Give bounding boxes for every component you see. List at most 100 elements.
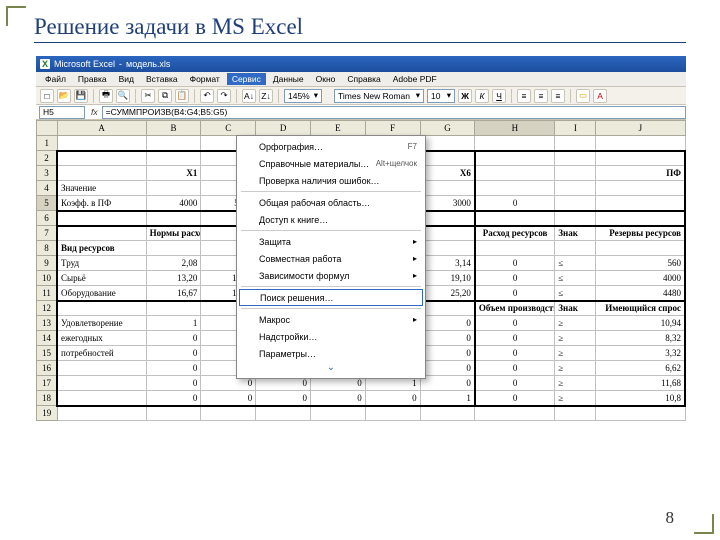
menu-item[interactable]: Совместная работа▸: [237, 250, 425, 267]
paste-icon[interactable]: 📋: [175, 89, 189, 103]
cut-icon[interactable]: ✂: [141, 89, 155, 103]
cell[interactable]: X6: [420, 166, 475, 181]
bold-icon[interactable]: Ж: [458, 89, 472, 103]
row-header[interactable]: 5: [37, 196, 58, 211]
cell[interactable]: [420, 181, 475, 196]
cell[interactable]: 8,32: [596, 331, 685, 346]
cell[interactable]: ≤: [555, 286, 596, 301]
menu-вид[interactable]: Вид: [114, 73, 139, 85]
cell[interactable]: 0: [475, 346, 555, 361]
cell[interactable]: [555, 196, 596, 211]
save-icon[interactable]: 💾: [74, 89, 88, 103]
cell[interactable]: [146, 181, 201, 196]
cell[interactable]: 16,67: [146, 286, 201, 301]
cell[interactable]: [475, 406, 555, 421]
cell[interactable]: 10,8: [596, 391, 685, 406]
menu-item[interactable]: Поиск решения…: [239, 289, 423, 306]
underline-icon[interactable]: Ч: [492, 89, 506, 103]
preview-icon[interactable]: 🔍: [116, 89, 130, 103]
tools-menu-dropdown[interactable]: Орфография…F7Справочные материалы…Alt+ще…: [236, 135, 426, 379]
col-header[interactable]: G: [420, 121, 475, 136]
align-center-icon[interactable]: ≡: [534, 89, 548, 103]
cell[interactable]: Объем производства: [475, 301, 555, 316]
cell[interactable]: 0: [201, 391, 256, 406]
cell[interactable]: 0: [256, 391, 311, 406]
col-header[interactable]: A: [57, 121, 146, 136]
zoom-box[interactable]: 145%▾: [284, 89, 322, 103]
menu-вставка[interactable]: Вставка: [141, 73, 183, 85]
cell[interactable]: 0: [475, 286, 555, 301]
copy-icon[interactable]: ⧉: [158, 89, 172, 103]
cell[interactable]: 3,14: [420, 256, 475, 271]
cell[interactable]: [256, 406, 311, 421]
cell[interactable]: ≥: [555, 391, 596, 406]
align-right-icon[interactable]: ≡: [551, 89, 565, 103]
cell[interactable]: Вид ресурсов: [57, 241, 146, 256]
cell[interactable]: 0: [365, 391, 420, 406]
col-header[interactable]: [37, 121, 58, 136]
expand-menu-icon[interactable]: ⌄: [237, 362, 425, 376]
menu-файл[interactable]: Файл: [40, 73, 71, 85]
font-color-icon[interactable]: A: [593, 89, 607, 103]
row-header[interactable]: 3: [37, 166, 58, 181]
cell[interactable]: 3000: [420, 196, 475, 211]
cell[interactable]: 0: [475, 331, 555, 346]
cell[interactable]: 560: [596, 256, 685, 271]
cell[interactable]: Нормы расхода ресурсов: [146, 226, 201, 241]
cell[interactable]: 1: [420, 391, 475, 406]
cell[interactable]: [146, 136, 201, 151]
italic-icon[interactable]: К: [475, 89, 489, 103]
menu-item[interactable]: Макрос▸: [237, 311, 425, 328]
cell[interactable]: X1: [146, 166, 201, 181]
cell[interactable]: [596, 136, 685, 151]
cell[interactable]: 0: [420, 316, 475, 331]
menu-item[interactable]: Орфография…F7: [237, 138, 425, 155]
new-icon[interactable]: □: [40, 89, 54, 103]
cell[interactable]: потребностей: [57, 346, 146, 361]
cell[interactable]: [420, 151, 475, 166]
cell[interactable]: 0: [146, 391, 201, 406]
cell[interactable]: 19,10: [420, 271, 475, 286]
font-size-box[interactable]: 10▾: [427, 89, 455, 103]
row-header[interactable]: 9: [37, 256, 58, 271]
cell[interactable]: [57, 361, 146, 376]
menu-правка[interactable]: Правка: [73, 73, 112, 85]
cell[interactable]: 0: [146, 361, 201, 376]
menu-item[interactable]: Параметры…: [237, 345, 425, 362]
cell[interactable]: [596, 406, 685, 421]
formula-input[interactable]: =СУММПРОИЗВ(B4:G4;B5:G5): [102, 106, 686, 119]
cell[interactable]: [420, 241, 475, 256]
cell[interactable]: [57, 376, 146, 391]
row-header[interactable]: 4: [37, 181, 58, 196]
row-header[interactable]: 14: [37, 331, 58, 346]
cell[interactable]: ПФ: [596, 166, 685, 181]
cell[interactable]: Знак: [555, 301, 596, 316]
menu-item[interactable]: Надстройки…: [237, 328, 425, 345]
cell[interactable]: [57, 151, 146, 166]
cell[interactable]: [555, 136, 596, 151]
cell[interactable]: 0: [475, 391, 555, 406]
open-icon[interactable]: 📂: [57, 89, 71, 103]
cell[interactable]: [555, 211, 596, 226]
sort-desc-icon[interactable]: Z↓: [259, 89, 273, 103]
cell[interactable]: 25,20: [420, 286, 475, 301]
row-header[interactable]: 6: [37, 211, 58, 226]
row-header[interactable]: 10: [37, 271, 58, 286]
row-header[interactable]: 13: [37, 316, 58, 331]
cell[interactable]: Труд: [57, 256, 146, 271]
cell[interactable]: [555, 166, 596, 181]
cell[interactable]: 0: [475, 316, 555, 331]
cell[interactable]: Оборудование: [57, 286, 146, 301]
cell[interactable]: [57, 211, 146, 226]
cell[interactable]: 0: [475, 196, 555, 211]
col-header[interactable]: I: [555, 121, 596, 136]
col-header[interactable]: B: [146, 121, 201, 136]
cell[interactable]: [596, 241, 685, 256]
cell[interactable]: [420, 211, 475, 226]
col-header[interactable]: C: [201, 121, 256, 136]
row-header[interactable]: 8: [37, 241, 58, 256]
cell[interactable]: Сырьё: [57, 271, 146, 286]
menu-формат[interactable]: Формат: [185, 73, 225, 85]
cell[interactable]: 0: [420, 346, 475, 361]
cell[interactable]: 6,62: [596, 361, 685, 376]
